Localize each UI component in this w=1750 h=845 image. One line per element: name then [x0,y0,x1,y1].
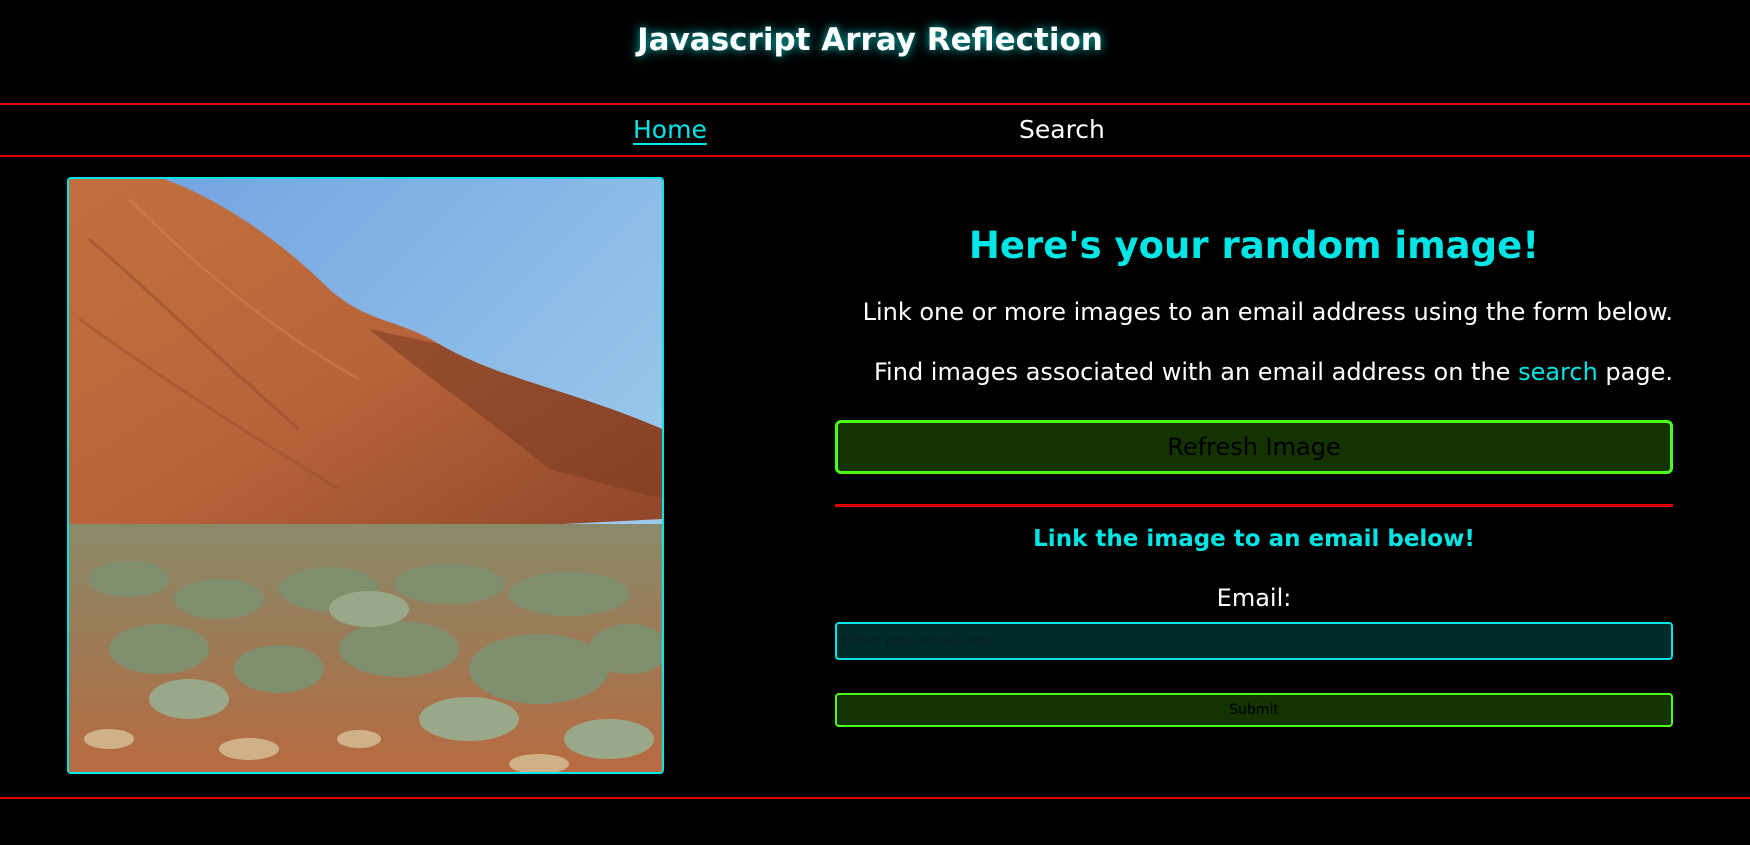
main-nav: Home Search [0,103,1750,157]
content-panel: Here's your random image! Link one or mo… [835,200,1673,727]
nav-home-link[interactable]: Home [633,115,707,144]
submit-button[interactable]: Submit [835,693,1673,727]
site-title: Javascript Array Reflection [637,22,1103,58]
instructions-paragraph: Link one or more images to an email addr… [862,298,1673,326]
section-divider [835,504,1673,507]
nav-search-link[interactable]: Search [1019,115,1105,144]
search-hint-paragraph: Find images associated with an email add… [835,358,1673,386]
footer-divider [0,797,1750,799]
form-heading: Link the image to an email below! [1033,526,1475,552]
email-label: Email: [1216,584,1292,612]
search-hint-text-after: page. [1597,358,1673,386]
search-hint-text-before: Find images associated with an email add… [874,358,1519,386]
page: Javascript Array Reflection Home Search [0,0,1750,845]
refresh-image-button[interactable]: Refresh Image [835,420,1673,474]
email-input[interactable] [835,622,1673,660]
search-page-link[interactable]: search [1518,358,1598,386]
page-heading: Here's your random image! [968,224,1540,267]
random-image [67,177,664,774]
